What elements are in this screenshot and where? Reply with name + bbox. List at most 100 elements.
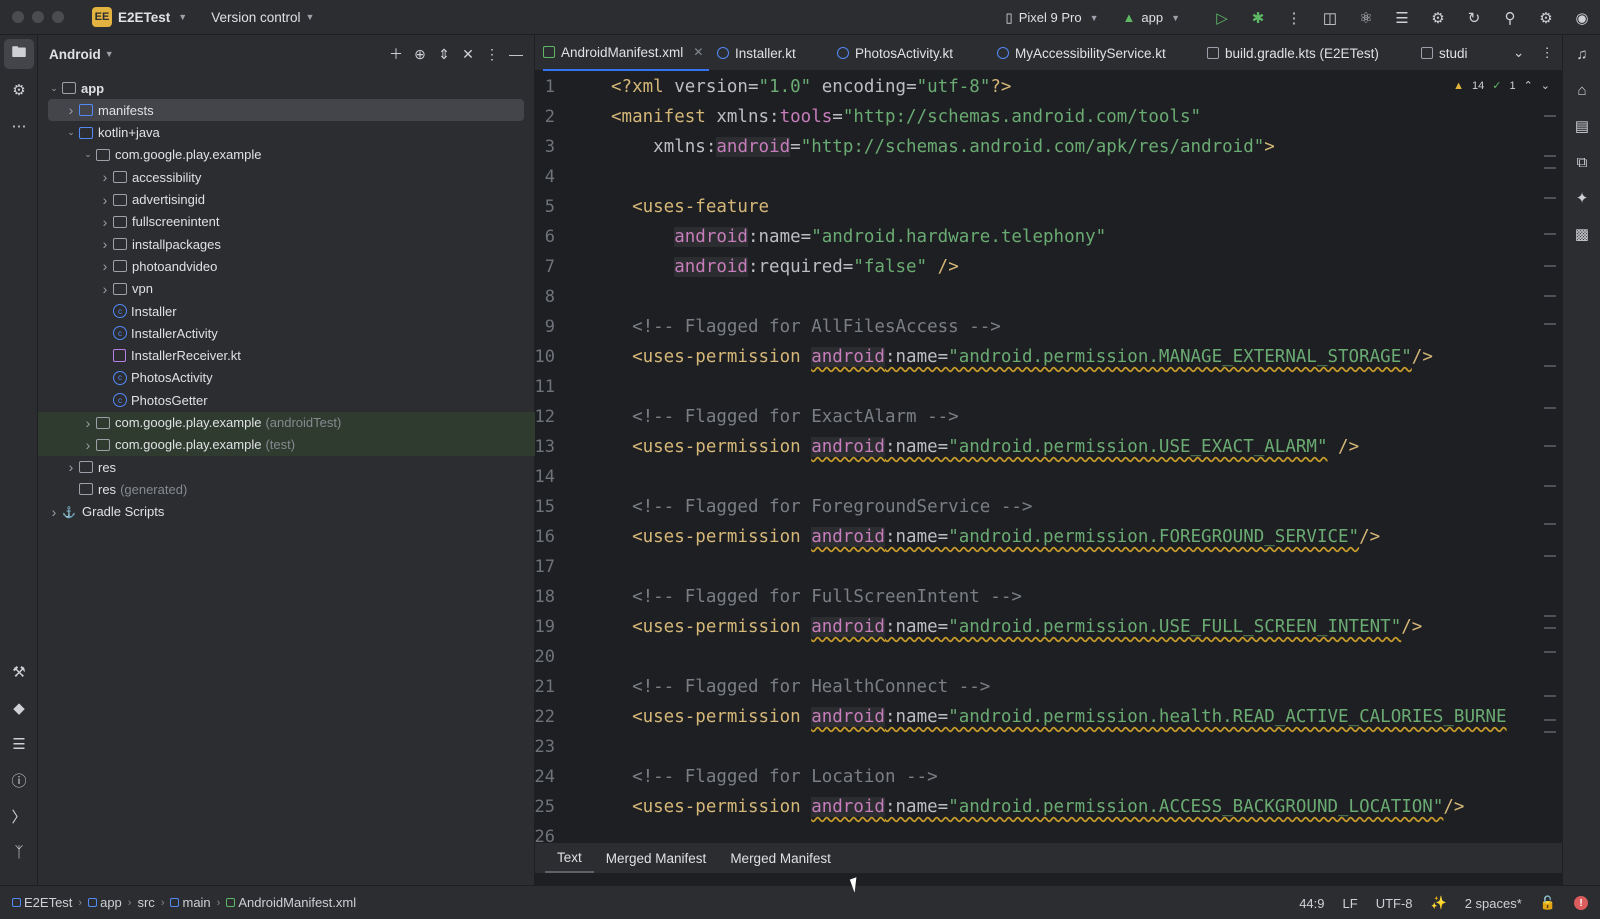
build-hammer-icon[interactable]: ⚒: [4, 657, 34, 687]
editor-tab[interactable]: build.gradle.kts (E2ETest): [1207, 35, 1379, 71]
add-icon[interactable]: ＋: [384, 39, 408, 69]
chevron-right-icon[interactable]: ›: [97, 258, 113, 274]
tree-item[interactable]: InstallerReceiver.kt: [38, 345, 535, 367]
chevron-right-icon[interactable]: ›: [97, 169, 113, 185]
tree-item[interactable]: › fullscreenintent: [38, 211, 535, 233]
breadcrumb-item[interactable]: main: [170, 895, 211, 910]
cursor-position[interactable]: 44:9: [1299, 896, 1324, 911]
breadcrumb-item[interactable]: src: [137, 895, 154, 910]
editor-tab[interactable]: MyAccessibilityService.kt: [997, 35, 1166, 71]
project-folder-icon[interactable]: 🖿: [4, 39, 34, 69]
manifest-view-tab[interactable]: Text: [545, 843, 594, 873]
translate-icon[interactable]: ⚛: [1348, 0, 1384, 35]
gem-icon[interactable]: ◆: [4, 693, 34, 723]
chevron-right-icon[interactable]: ›: [80, 415, 96, 431]
tree-item[interactable]: ⌄ com.google.play.example: [38, 144, 535, 166]
tab-options-icon[interactable]: ⋮: [1540, 45, 1554, 61]
close-icon[interactable]: ✕: [693, 45, 703, 59]
version-control-menu[interactable]: Version control ▼: [211, 10, 314, 25]
power-save-icon[interactable]: ✨: [1431, 895, 1447, 911]
tree-item[interactable]: c PhotosGetter: [38, 389, 535, 411]
close-window-button[interactable]: [12, 11, 24, 23]
tree-item[interactable]: c InstallerActivity: [38, 322, 535, 344]
hide-panel-icon[interactable]: —: [504, 39, 528, 69]
chevron-down-icon[interactable]: ⌄: [46, 83, 62, 94]
tree-item[interactable]: ⌄ app: [38, 77, 535, 99]
gemini-sparkle-icon[interactable]: ✦: [1567, 183, 1597, 213]
file-encoding[interactable]: UTF-8: [1376, 896, 1413, 911]
breadcrumb-item[interactable]: E2ETest: [12, 895, 72, 910]
line-separator[interactable]: LF: [1343, 896, 1358, 911]
maximize-window-button[interactable]: [52, 11, 64, 23]
tree-item[interactable]: c Installer: [38, 300, 535, 322]
search-icon[interactable]: ⚲: [1492, 0, 1528, 35]
breadcrumb-item[interactable]: AndroidManifest.xml: [226, 895, 356, 910]
chevron-right-icon[interactable]: ›: [97, 236, 113, 252]
copy-icon[interactable]: ⧉: [1567, 147, 1597, 177]
run-config-selector[interactable]: ▲ app ▼: [1123, 10, 1181, 25]
tree-item[interactable]: › photoandvideo: [38, 255, 535, 277]
more-actions-icon[interactable]: ⋮: [1276, 0, 1312, 35]
chevron-right-icon[interactable]: ›: [63, 102, 79, 118]
tree-item[interactable]: › manifests: [48, 99, 524, 122]
chevron-down-icon[interactable]: ⌄: [1541, 79, 1550, 92]
run-icon[interactable]: ▷: [1204, 0, 1240, 35]
more-tools-icon[interactable]: ⋯: [4, 111, 34, 141]
manifest-view-tab[interactable]: Merged Manifest: [594, 843, 719, 873]
sync-gradle-icon[interactable]: ↻: [1456, 0, 1492, 35]
options-icon[interactable]: ⋮: [480, 39, 504, 69]
expand-all-icon[interactable]: ⇕: [432, 39, 456, 69]
chevron-right-icon[interactable]: ›: [80, 437, 96, 453]
editor-tab[interactable]: studi: [1421, 35, 1468, 71]
chevron-right-icon[interactable]: ›: [97, 192, 113, 208]
error-indicator-icon[interactable]: !: [1574, 896, 1588, 910]
minimize-window-button[interactable]: [32, 11, 44, 23]
tree-item[interactable]: › com.google.play.example (test): [38, 433, 535, 456]
problems-icon[interactable]: ⓘ: [4, 765, 34, 795]
tree-item[interactable]: › res: [38, 456, 535, 478]
editor-tab[interactable]: Installer.kt: [717, 35, 796, 71]
tree-item[interactable]: › ⚓ Gradle Scripts: [38, 501, 535, 523]
project-view-selector[interactable]: Android: [49, 47, 101, 62]
device-file-icon[interactable]: ▤: [1567, 111, 1597, 141]
chevron-right-icon[interactable]: ›: [97, 281, 113, 297]
editor-tab[interactable]: AndroidManifest.xml ✕: [543, 35, 710, 71]
chevron-right-icon[interactable]: ›: [63, 459, 79, 475]
tree-item[interactable]: ⌄ kotlin+java: [38, 122, 535, 144]
structure-icon[interactable]: ⚙: [4, 75, 34, 105]
device-selector[interactable]: ▯ Pixel 9 Pro ▼: [1006, 10, 1099, 26]
terminal-icon[interactable]: 〉: [4, 801, 34, 831]
locate-target-icon[interactable]: ⊕: [408, 39, 432, 69]
lock-icon[interactable]: 🔓: [1540, 895, 1556, 911]
tree-item[interactable]: c PhotosActivity: [38, 367, 535, 389]
device-manager-icon[interactable]: ☰: [1384, 0, 1420, 35]
tree-item[interactable]: res (generated): [38, 478, 535, 500]
debug-icon[interactable]: ✱: [1240, 0, 1276, 35]
project-selector[interactable]: EE E2ETest ▼: [92, 7, 187, 27]
notifications-bell-icon[interactable]: ♫: [1567, 39, 1597, 69]
code-editor[interactable]: <?xml version="1.0" encoding="utf-8"?> <…: [535, 73, 1535, 843]
tab-list-chevron-icon[interactable]: ⌄: [1513, 45, 1524, 61]
gradle-icon[interactable]: ⌂: [1567, 75, 1597, 105]
logcat-icon[interactable]: ☰: [4, 729, 34, 759]
tree-item[interactable]: › com.google.play.example (androidTest): [38, 411, 535, 434]
manifest-view-tab[interactable]: Merged Manifest: [718, 843, 843, 873]
breadcrumb-item[interactable]: app: [88, 895, 122, 910]
sdk-manager-icon[interactable]: ⚙: [1420, 0, 1456, 35]
tree-item[interactable]: › installpackages: [38, 233, 535, 255]
chevron-right-icon[interactable]: ›: [97, 214, 113, 230]
running-devices-icon[interactable]: ▩: [1567, 219, 1597, 249]
chevron-down-icon[interactable]: ⌄: [80, 149, 96, 160]
tree-item[interactable]: › accessibility: [38, 166, 535, 188]
git-branch-icon[interactable]: ᛉ: [4, 837, 34, 867]
tree-item[interactable]: › vpn: [38, 278, 535, 300]
tree-item[interactable]: › advertisingid: [38, 189, 535, 211]
collapse-all-icon[interactable]: ✕: [456, 39, 480, 69]
indent-setting[interactable]: 2 spaces*: [1465, 896, 1522, 911]
editor-tab[interactable]: PhotosActivity.kt: [837, 35, 953, 71]
chevron-right-icon[interactable]: ›: [46, 504, 62, 520]
layout-inspector-icon[interactable]: ◫: [1312, 0, 1348, 35]
chevron-down-icon[interactable]: ⌄: [63, 127, 79, 138]
settings-gear-icon[interactable]: ⚙: [1528, 0, 1564, 35]
account-avatar-icon[interactable]: ◉: [1564, 0, 1600, 35]
